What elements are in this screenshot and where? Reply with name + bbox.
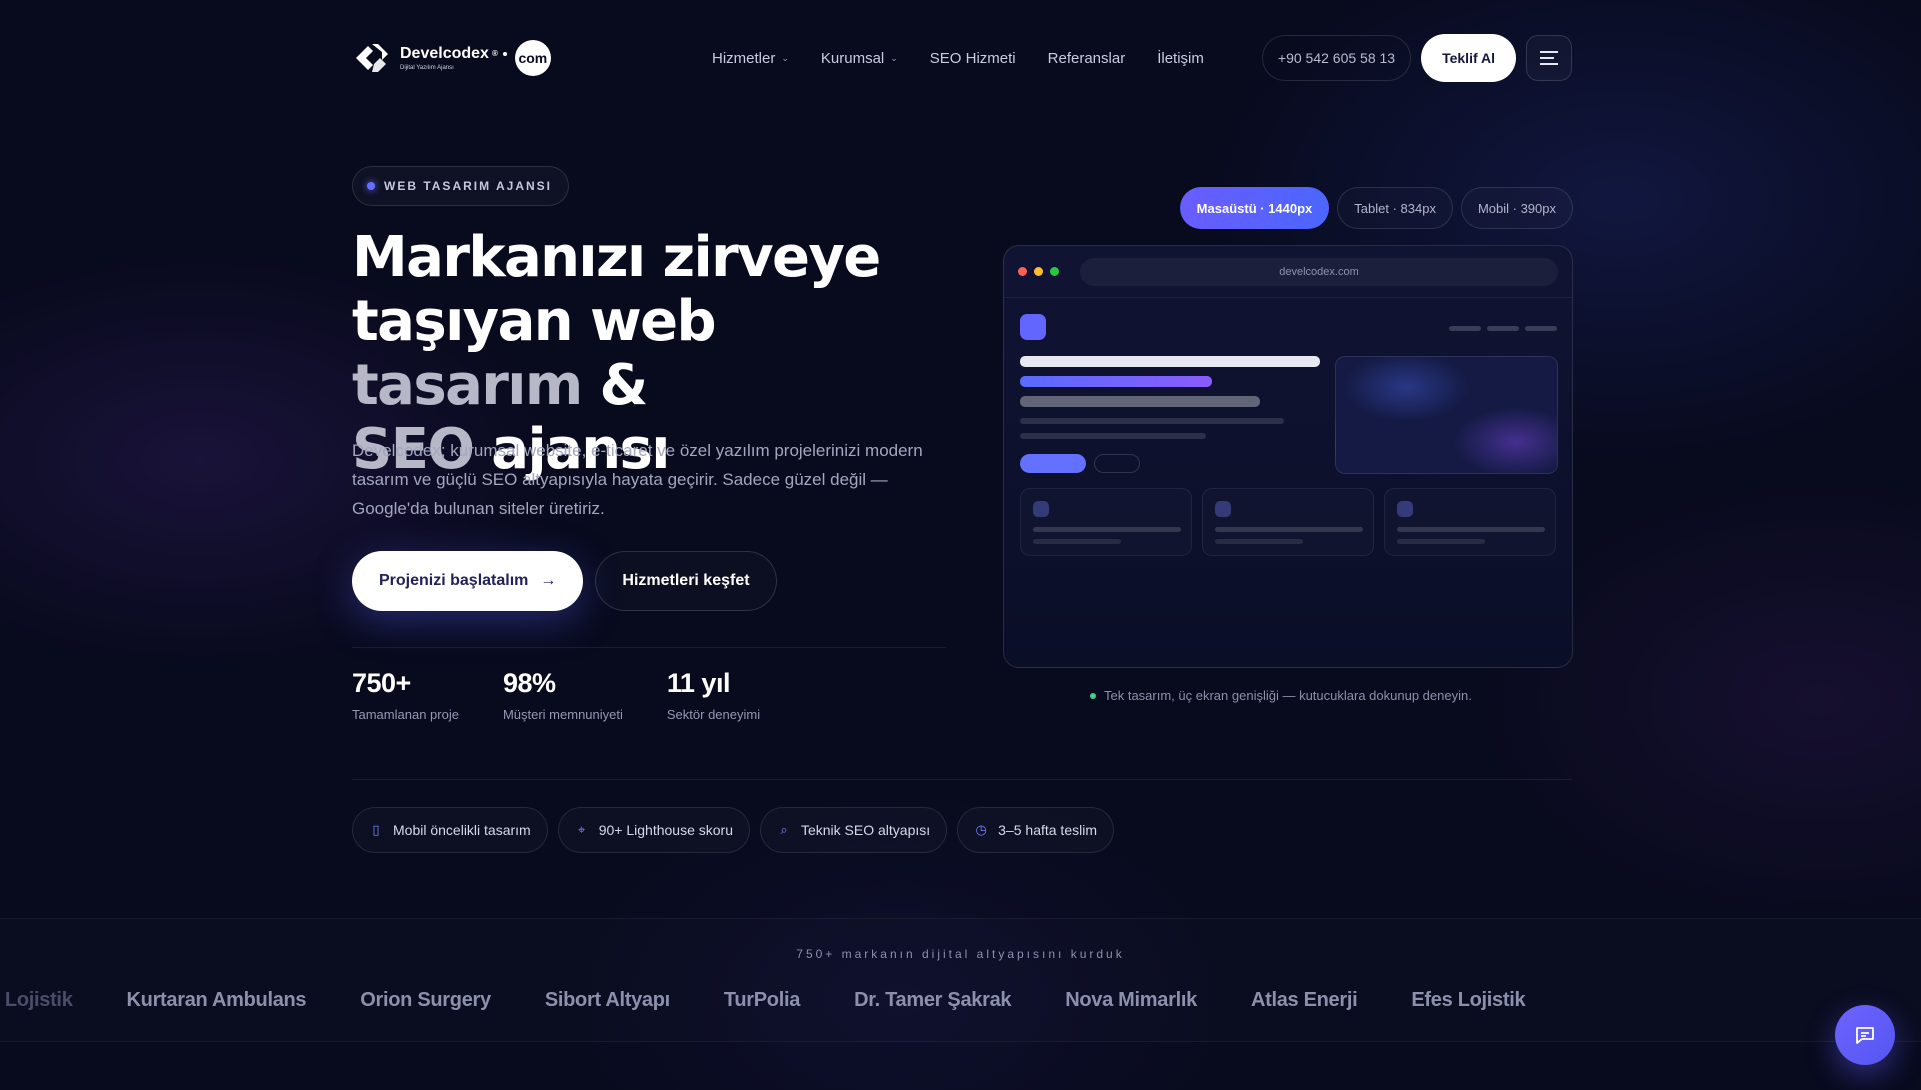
- stats-row: 750+ Tamamlanan proje 98% Müşteri memnun…: [352, 668, 804, 722]
- mock-headline-line: [1020, 396, 1260, 407]
- mock-nav-line: [1525, 326, 1557, 331]
- mock-feature-card: [1020, 488, 1192, 556]
- search-icon: ⌕: [780, 822, 788, 837]
- brands-strip-title: 750+ markanın dijital altyapısını kurduk: [796, 947, 1125, 961]
- preview-hint: Tek tasarım, üç ekran genişliği — kutucu…: [1090, 688, 1472, 703]
- browser-toolbar: develcodex.com: [1004, 246, 1572, 298]
- hero-description: Develcodex; kurumsal website, e-ticaret …: [352, 441, 923, 518]
- hamburger-icon[interactable]: [1526, 35, 1572, 81]
- logo-name: Develcodex: [400, 44, 489, 62]
- nav-item-hizmetler[interactable]: Hizmetler ⌄: [712, 50, 789, 67]
- phone-icon: ▯: [372, 822, 380, 837]
- top-navbar: Develcodex ® Dijital Yazılım Ajansı com H…: [352, 34, 1572, 82]
- status-dot-icon: [1090, 692, 1096, 699]
- device-switcher: Masaüstü · 1440px Tablet · 834px Mobil ·…: [1179, 187, 1573, 229]
- stat-projects: 750+ Tamamlanan proje: [352, 668, 459, 722]
- chat-bubble-icon: [1856, 1027, 1874, 1044]
- brand-logo: Sibort Altyapı: [544, 989, 670, 1011]
- mock-hero-image: [1335, 356, 1558, 474]
- logo-mark-icon: [352, 38, 392, 78]
- window-close-dot: [1018, 267, 1027, 276]
- logo[interactable]: Develcodex ® Dijital Yazılım Ajansı com: [352, 38, 712, 78]
- tab-tablet[interactable]: Tablet · 834px: [1337, 187, 1453, 229]
- start-project-button[interactable]: Projenizi başlatalım →: [352, 551, 584, 611]
- stat-satisfaction: 98% Müşteri memnuniyeti: [502, 668, 623, 722]
- brand-logo: Efes Lojistik: [1411, 989, 1526, 1011]
- nav-item-iletisim[interactable]: İletişim: [1157, 50, 1204, 67]
- brand-logo: TurPolia: [723, 989, 801, 1011]
- tab-mobile[interactable]: Mobil · 390px: [1460, 187, 1573, 229]
- mock-nav-line: [1487, 326, 1519, 331]
- brand-logo: Nova Mimarlık: [1065, 989, 1197, 1011]
- brand-logo: Atlas Enerji: [1250, 989, 1358, 1011]
- explore-services-button[interactable]: Hizmetleri keşfet: [595, 551, 777, 611]
- mock-text-line: [1020, 433, 1206, 439]
- nav-actions: +90 542 605 58 13 Teklif Al: [1261, 34, 1572, 82]
- mock-headline-accent-line: [1020, 376, 1212, 387]
- mock-headline-line: [1020, 356, 1320, 367]
- brands-marquee: es Lojistik Kurtaran Ambulans Orion Surg…: [0, 989, 1526, 1012]
- brand-logo: Kurtaran Ambulans: [126, 989, 307, 1011]
- logo-registered: ®: [491, 48, 498, 58]
- brand-logo: Orion Surgery: [360, 989, 491, 1011]
- chevron-down-icon: ⌄: [890, 52, 898, 63]
- brand-logo: es Lojistik: [0, 989, 73, 1011]
- feature-chip-lighthouse: ⌖ 90+ Lighthouse skoru: [557, 807, 750, 853]
- badge-label: WEB TASARIM AJANSI: [384, 179, 552, 193]
- nav-item-referanslar[interactable]: Referanslar: [1048, 50, 1126, 67]
- crosshair-icon: ⌖: [578, 822, 586, 837]
- feature-chip-seo: ⌕ Teknik SEO altyapısı: [759, 807, 948, 853]
- window-minimize-dot: [1034, 267, 1043, 276]
- mock-feature-card: [1384, 488, 1556, 556]
- hero-badge: WEB TASARIM AJANSI: [352, 166, 569, 206]
- tab-desktop[interactable]: Masaüstü · 1440px: [1179, 187, 1330, 229]
- chevron-down-icon: ⌄: [781, 52, 789, 63]
- nav-item-seo-hizmeti[interactable]: SEO Hizmeti: [930, 50, 1016, 67]
- divider: [352, 779, 1572, 780]
- logo-tagline: Dijital Yazılım Ajansı: [400, 64, 454, 71]
- feature-chip-mobile: ▯ Mobil öncelikli tasarım: [352, 807, 548, 853]
- hero-cta-row: Projenizi başlatalım → Hizmetleri keşfet: [352, 551, 777, 611]
- url-bar: develcodex.com: [1080, 257, 1558, 286]
- logo-dot: [502, 51, 507, 56]
- arrow-right-icon: →: [540, 572, 557, 589]
- phone-link[interactable]: +90 542 605 58 13: [1261, 35, 1412, 81]
- clock-icon: ◷: [975, 822, 987, 837]
- mock-logo-block: [1020, 314, 1046, 340]
- badge-dot-icon: [367, 182, 375, 190]
- quote-button[interactable]: Teklif Al: [1421, 34, 1516, 82]
- nav-item-kurumsal[interactable]: Kurumsal ⌄: [821, 50, 898, 67]
- mock-text-line: [1020, 418, 1284, 424]
- main-menu: Hizmetler ⌄ Kurumsal ⌄ SEO Hizmeti Referan…: [712, 50, 1262, 67]
- chat-button[interactable]: [1835, 1005, 1895, 1065]
- brands-strip: 750+ markanın dijital altyapısını kurduk…: [0, 918, 1921, 1042]
- mock-button-primary: [1020, 454, 1086, 473]
- feature-chips: ▯ Mobil öncelikli tasarım ⌖ 90+ Lighthou…: [352, 807, 1114, 853]
- divider: [352, 647, 946, 648]
- stat-experience: 11 yıl Sektör deneyimi: [666, 668, 761, 722]
- mock-feature-card: [1202, 488, 1374, 556]
- mock-nav-line: [1449, 326, 1481, 331]
- logo-com-badge: com: [514, 40, 551, 76]
- window-maximize-dot: [1050, 267, 1059, 276]
- mock-button-secondary: [1094, 454, 1140, 473]
- browser-preview: develcodex.com: [1003, 245, 1573, 668]
- brand-logo: Dr. Tamer Şakrak: [854, 989, 1012, 1011]
- feature-chip-delivery: ◷ 3–5 hafta teslim: [957, 807, 1114, 853]
